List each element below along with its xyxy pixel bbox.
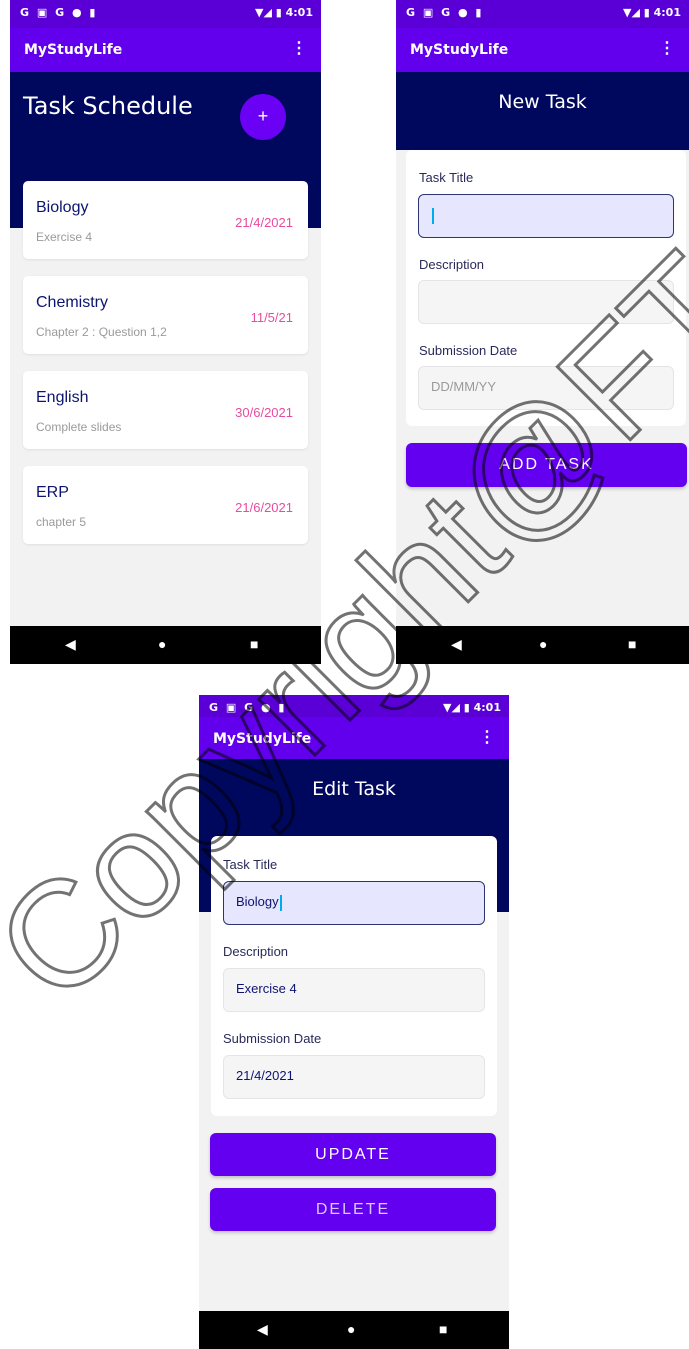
recents-icon[interactable]: ■ <box>628 636 636 652</box>
task-description: Exercise 4 <box>36 230 93 244</box>
task-card[interactable]: Biology Exercise 4 21/4/2021 <box>23 181 308 259</box>
task-description: Complete slides <box>36 420 122 434</box>
submission-date-label: Submission Date <box>223 1031 322 1046</box>
delete-button[interactable]: DELETE <box>210 1188 496 1231</box>
task-title-input[interactable]: Biology <box>223 881 485 925</box>
task-subject: English <box>36 389 89 406</box>
add-task-button[interactable]: + <box>240 94 286 140</box>
description-label: Description <box>223 944 289 959</box>
battery-clock: ▼◢ ▮ 4:01 <box>443 701 501 714</box>
task-card[interactable]: ERP chapter 5 21/6/2021 <box>23 466 308 544</box>
task-date: 21/6/2021 <box>235 500 293 515</box>
more-vert-icon[interactable]: ⋮ <box>291 38 307 58</box>
task-date: 11/5/21 <box>250 310 293 325</box>
update-button[interactable]: UPDATE <box>210 1133 496 1176</box>
navigation-bar: ◀ ● ■ <box>10 626 321 664</box>
task-subject: Chemistry <box>36 294 109 311</box>
status-bar: G ▣ G ● ▮ ▼◢ ▮ 4:01 <box>396 0 689 28</box>
back-icon[interactable]: ◀ <box>65 636 76 653</box>
add-task-submit-button[interactable]: ADD TASK <box>406 443 687 487</box>
task-title-label: Task Title <box>223 857 278 872</box>
task-title-label: Task Title <box>419 170 474 185</box>
app-bar: MyStudyLife ⋮ <box>396 28 689 72</box>
back-icon[interactable]: ◀ <box>257 1321 268 1338</box>
task-subject: ERP <box>36 484 69 501</box>
task-description: Chapter 2 : Question 1,2 <box>36 325 167 339</box>
recents-icon[interactable]: ■ <box>250 636 258 652</box>
more-vert-icon[interactable]: ⋮ <box>479 727 495 747</box>
submission-date-input[interactable]: DD/MM/YY <box>418 366 674 410</box>
new-task-screen: G ▣ G ● ▮ ▼◢ ▮ 4:01 MyStudyLife ⋮ New Ta… <box>396 0 689 664</box>
task-card[interactable]: Chemistry Chapter 2 : Question 1,2 11/5/… <box>23 276 308 354</box>
task-card[interactable]: English Complete slides 30/6/2021 <box>23 371 308 449</box>
page-title: Edit Task <box>312 778 396 800</box>
task-form: Task Title Biology Description Exercise … <box>211 836 497 1116</box>
app-title: MyStudyLife <box>24 42 123 58</box>
app-title: MyStudyLife <box>410 42 509 58</box>
home-icon[interactable]: ● <box>158 636 166 652</box>
notification-icons: G ▣ G ● ▮ <box>406 6 484 19</box>
edit-task-screen: G ▣ G ● ▮ ▼◢ ▮ 4:01 MyStudyLife ⋮ Edit T… <box>199 695 509 1349</box>
battery-clock: ▼◢ ▮ 4:01 <box>623 6 681 19</box>
home-icon[interactable]: ● <box>347 1321 355 1337</box>
task-date: 30/6/2021 <box>235 405 293 420</box>
text-cursor <box>279 894 282 911</box>
task-description: chapter 5 <box>36 515 87 529</box>
submission-date-input[interactable]: 21/4/2021 <box>223 1055 485 1099</box>
home-icon[interactable]: ● <box>539 636 547 652</box>
task-date: 21/4/2021 <box>235 215 293 230</box>
description-input[interactable]: Exercise 4 <box>223 968 485 1012</box>
description-label: Description <box>419 257 485 272</box>
task-form: Task Title Description Submission Date D… <box>406 150 686 426</box>
task-subject: Biology <box>36 199 89 216</box>
task-title-input[interactable] <box>418 194 674 238</box>
task-schedule-screen: G ▣ G ● ▮ ▼◢ ▮ 4:01 MyStudyLife ⋮ Task S… <box>10 0 321 664</box>
date-placeholder: DD/MM/YY <box>431 379 496 394</box>
submission-date-value: 21/4/2021 <box>236 1068 294 1083</box>
navigation-bar: ◀ ● ■ <box>396 626 689 664</box>
description-input[interactable] <box>418 280 674 324</box>
app-title: MyStudyLife <box>213 731 312 747</box>
recents-icon[interactable]: ■ <box>439 1321 447 1337</box>
status-bar: G ▣ G ● ▮ ▼◢ ▮ 4:01 <box>10 0 321 28</box>
text-cursor <box>432 207 434 224</box>
notification-icons: G ▣ G ● ▮ <box>20 6 98 19</box>
notification-icons: G ▣ G ● ▮ <box>209 701 287 714</box>
battery-clock: ▼◢ ▮ 4:01 <box>255 6 313 19</box>
page-title: Task Schedule <box>23 92 193 120</box>
page-title: New Task <box>498 91 587 113</box>
more-vert-icon[interactable]: ⋮ <box>659 38 675 58</box>
task-title-value: Biology <box>236 894 279 909</box>
app-bar: MyStudyLife ⋮ <box>199 717 509 759</box>
description-value: Exercise 4 <box>236 981 297 996</box>
app-bar: MyStudyLife ⋮ <box>10 28 321 72</box>
navigation-bar: ◀ ● ■ <box>199 1311 509 1349</box>
submission-date-label: Submission Date <box>419 343 518 358</box>
back-icon[interactable]: ◀ <box>451 636 462 653</box>
